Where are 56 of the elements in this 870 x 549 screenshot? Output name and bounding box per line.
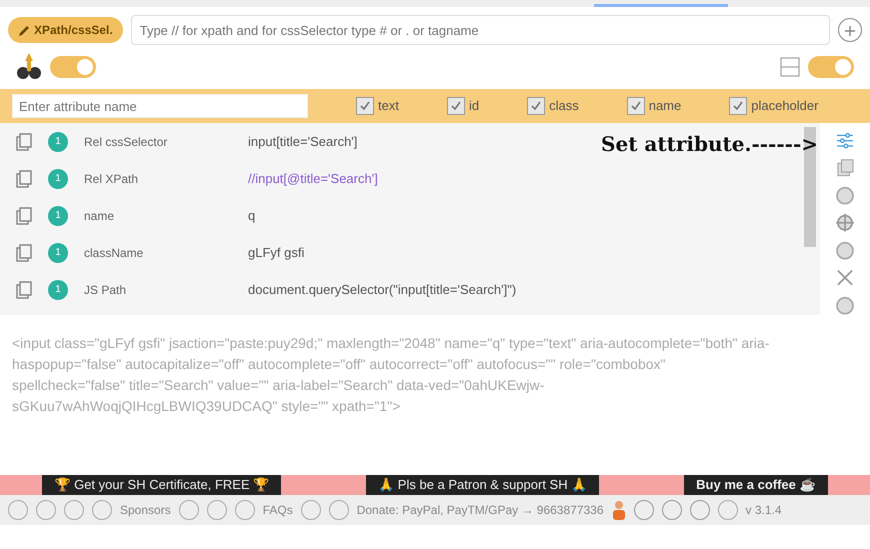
mode-button[interactable]: XPath/cssSel. [8, 17, 123, 43]
checkmark-icon [732, 100, 744, 112]
checkbox-label[interactable]: text [378, 96, 399, 116]
annotation-text: Set attribute.------> [601, 131, 818, 158]
banner-link[interactable]: 🏆 Get your SH Certificate, FREE 🏆 [42, 475, 282, 495]
checkmark-icon [530, 100, 542, 112]
layout-icon[interactable] [780, 57, 800, 77]
copy-icon[interactable] [16, 280, 32, 298]
checkbox-label[interactable]: placeholder [751, 96, 818, 116]
selector-label: name [84, 208, 116, 224]
attribute-name-field[interactable]: Enter attribute name [12, 94, 308, 118]
toggle-switch[interactable] [808, 56, 854, 78]
selector-label: Rel cssSelector [84, 134, 168, 150]
faqs-link[interactable]: FAQs [262, 501, 293, 519]
selector-value: input[title='Search'] [248, 132, 358, 151]
coffee-link[interactable]: Buy me a coffee ☕ [684, 475, 828, 495]
person-icon [612, 500, 626, 520]
crosshair-icon[interactable] [834, 213, 856, 233]
checkbox-label[interactable]: id [468, 96, 480, 116]
version-text: v 3.1.4 [746, 502, 782, 519]
banner-link[interactable]: 🙏 Pls be a Patron & support SH 🙏 [366, 475, 600, 495]
checkbox-label[interactable]: class [549, 96, 579, 116]
donate-link[interactable]: Donate: PayPal, PayTM/GPay → 9663877336 [356, 501, 604, 519]
copy-icon[interactable] [16, 170, 32, 188]
selector-label: className [84, 244, 144, 262]
match-count-badge: 1 [48, 280, 68, 300]
outer-html-text: <input class="gLFyf gsfi" jsaction="paste:puy29d;" maxlength="2048" name="q" type="text" aria-autocomplete="both" aria-haspopup="false" autocapitalize="off" autocomplete="off" autocorrect="off" autofocus="" role="combobox" spellcheck="false" title="Search" value="" aria-label="Search" data-ved="0ahUKEwjw-sGKuu7wAhWoqjQIHcgLBWIQ39UDCAQ" style="" xpath="1"> [11, 334, 770, 416]
plus-icon [844, 24, 856, 37]
selector-value: q [248, 206, 256, 225]
copy-icon[interactable] [16, 244, 32, 262]
checkbox-label[interactable]: name [648, 96, 682, 116]
checkbox[interactable] [356, 97, 374, 115]
sponsors-link[interactable]: Sponsors [120, 501, 171, 519]
logo-icon [16, 53, 42, 81]
checkmark-icon [450, 100, 462, 112]
selector-label: JS Path [84, 282, 128, 298]
selector-input-field[interactable]: Type // for xpath and for cssSelector type # or . or tagname [130, 15, 830, 45]
selector-value: //input[@title='Search'] [248, 170, 378, 188]
pencil-icon [18, 24, 30, 37]
match-count-badge: 1 [48, 242, 68, 262]
selector-label: Rel XPath [84, 170, 140, 188]
selector-value: document.querySelector("input[title='Search']") [248, 280, 516, 299]
copy-icon[interactable] [16, 132, 32, 150]
selector-value: gLFyf gsfi [248, 244, 304, 262]
checkbox[interactable] [626, 97, 645, 115]
checkmark-icon [630, 100, 642, 112]
toggle-switch[interactable] [50, 56, 96, 78]
match-count-badge: 1 [48, 168, 68, 188]
add-button[interactable] [838, 18, 862, 42]
checkmark-icon [359, 100, 371, 112]
copy-icon[interactable] [16, 206, 32, 224]
checkbox[interactable] [446, 97, 465, 115]
match-count-badge: 1 [48, 132, 68, 152]
checkbox[interactable] [729, 97, 748, 115]
match-count-badge: 1 [48, 206, 68, 226]
checkbox[interactable] [527, 97, 546, 115]
